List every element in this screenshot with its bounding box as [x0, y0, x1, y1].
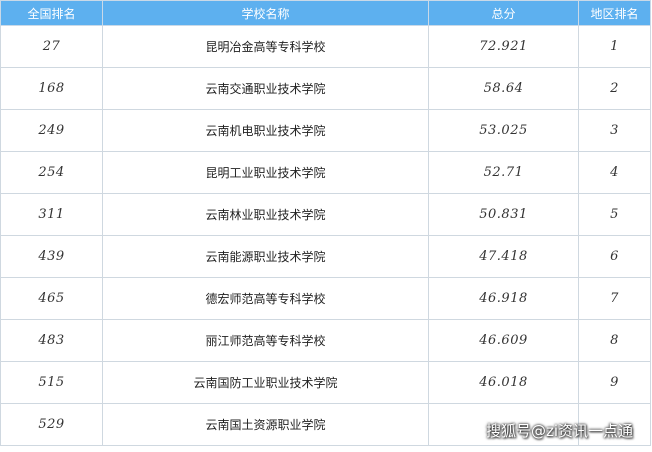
table-row: 249 云南机电职业技术学院 53.025 3	[0, 109, 651, 152]
table-row: 254 昆明工业职业技术学院 52.71 4	[0, 151, 651, 194]
region-rank-cell: 8	[578, 319, 651, 362]
region-rank-cell: 1	[578, 25, 651, 68]
region-rank-cell: 9	[578, 361, 651, 404]
table-row: 465 德宏师范高等专科学校 46.918 7	[0, 277, 651, 320]
region-rank-cell: 3	[578, 109, 651, 152]
region-rank-cell: 6	[578, 235, 651, 278]
table-row: 483 丽江师范高等专科学校 46.609 8	[0, 319, 651, 362]
table-row: 311 云南林业职业技术学院 50.831 5	[0, 193, 651, 236]
school-name-cell: 昆明冶金高等专科学校	[102, 25, 429, 68]
total-score-cell: 72.921	[428, 25, 579, 68]
header-total-score[interactable]: 总分	[428, 0, 579, 26]
ranking-table: 全国排名 学校名称 总分 地区排名 27 昆明冶金高等专科学校 72.921 1…	[0, 0, 651, 446]
total-score-cell: 46.609	[428, 319, 579, 362]
table-row: 515 云南国防工业职业技术学院 46.018 9	[0, 361, 651, 404]
header-school-name[interactable]: 学校名称	[102, 0, 429, 26]
total-score-cell: 58.64	[428, 67, 579, 110]
total-score-cell: 47.418	[428, 235, 579, 278]
school-name-cell: 云南能源职业技术学院	[102, 235, 429, 278]
national-rank-cell: 439	[0, 235, 103, 278]
national-rank-cell: 311	[0, 193, 103, 236]
national-rank-cell: 515	[0, 361, 103, 404]
school-name-cell: 昆明工业职业技术学院	[102, 151, 429, 194]
school-name-cell: 德宏师范高等专科学校	[102, 277, 429, 320]
region-rank-cell: 7	[578, 277, 651, 320]
school-name-cell: 云南国防工业职业技术学院	[102, 361, 429, 404]
national-rank-cell: 529	[0, 403, 103, 446]
national-rank-cell: 27	[0, 25, 103, 68]
region-rank-cell: 4	[578, 151, 651, 194]
total-score-cell: 46.018	[428, 361, 579, 404]
table-row: 27 昆明冶金高等专科学校 72.921 1	[0, 25, 651, 68]
total-score-cell: 52.71	[428, 151, 579, 194]
region-rank-cell: 2	[578, 67, 651, 110]
header-national-rank[interactable]: 全国排名	[0, 0, 103, 26]
school-name-cell: 云南交通职业技术学院	[102, 67, 429, 110]
region-rank-cell: 5	[578, 193, 651, 236]
national-rank-cell: 465	[0, 277, 103, 320]
total-score-cell: 46.918	[428, 277, 579, 320]
ranking-sheet: 全国排名 学校名称 总分 地区排名 27 昆明冶金高等专科学校 72.921 1…	[0, 0, 652, 452]
total-score-cell: 50.831	[428, 193, 579, 236]
national-rank-cell: 249	[0, 109, 103, 152]
national-rank-cell: 254	[0, 151, 103, 194]
watermark-text: 搜狐号@zi资讯一点通	[486, 422, 634, 440]
header-row: 全国排名 学校名称 总分 地区排名	[0, 0, 651, 26]
total-score-cell: 53.025	[428, 109, 579, 152]
table-row: 439 云南能源职业技术学院 47.418 6	[0, 235, 651, 278]
school-name-cell: 云南机电职业技术学院	[102, 109, 429, 152]
national-rank-cell: 483	[0, 319, 103, 362]
table-row: 168 云南交通职业技术学院 58.64 2	[0, 67, 651, 110]
school-name-cell: 云南林业职业技术学院	[102, 193, 429, 236]
school-name-cell: 云南国土资源职业学院	[102, 403, 429, 446]
header-region-rank[interactable]: 地区排名	[578, 0, 651, 26]
national-rank-cell: 168	[0, 67, 103, 110]
school-name-cell: 丽江师范高等专科学校	[102, 319, 429, 362]
